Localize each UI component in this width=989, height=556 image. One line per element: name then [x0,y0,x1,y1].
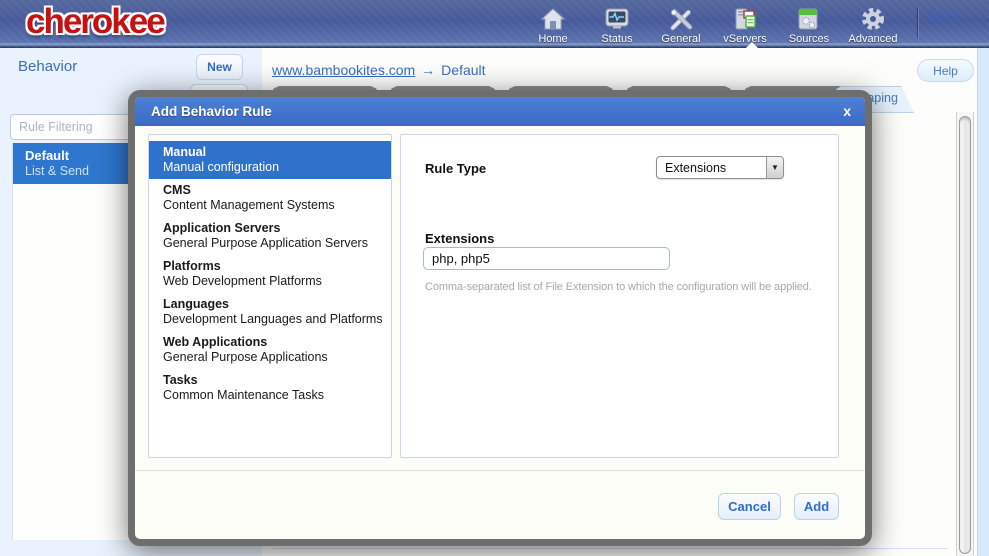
status-icon [604,5,630,31]
rule-category-list: Manual Manual configuration CMS Content … [148,134,392,458]
page-right-strip [977,48,989,556]
rule-form-panel: Rule Type Extensions ▼ Extensions Comma-… [400,134,839,458]
chevron-down-icon: ▼ [766,157,783,178]
new-rule-button[interactable]: New [196,54,243,80]
nav-divider [917,8,918,38]
extensions-label: Extensions [425,231,494,246]
dialog-footer-divider [135,470,865,471]
breadcrumb-arrow: → [421,62,435,78]
top-navigation-bar: cherokee Home Status [0,0,989,48]
advanced-gear-icon [860,5,886,31]
sidebar-title: Behavior [18,58,77,75]
rule-type-select[interactable]: Extensions ▼ [656,156,784,179]
breadcrumb-site-link[interactable]: www.bambookites.com [272,62,415,78]
breadcrumb-current-page: Default [441,62,485,78]
home-icon [540,5,566,31]
category-platforms[interactable]: Platforms Web Development Platforms [149,255,391,293]
dialog-titlebar: Add Behavior Rule x [135,97,865,126]
category-manual[interactable]: Manual Manual configuration [149,141,391,179]
general-tools-icon [668,5,694,31]
category-application-servers[interactable]: Application Servers General Purpose Appl… [149,217,391,255]
dialog-title: Add Behavior Rule [151,104,272,119]
nav-item-home[interactable]: Home [521,5,585,45]
help-button[interactable]: Help [917,59,974,82]
extensions-help-text: Comma-separated list of File Extension t… [425,281,812,293]
vservers-icon [732,5,758,31]
nav-item-sources[interactable]: Sources [777,5,841,45]
category-cms[interactable]: CMS Content Management Systems [149,179,391,217]
scrollbar-thumb[interactable] [959,116,971,554]
rule-type-label: Rule Type [425,161,486,176]
cherokee-logo: cherokee [26,2,164,42]
extensions-input[interactable] [423,247,670,270]
main-nav: Home Status General [521,5,905,45]
nav-item-vservers[interactable]: vServers [713,5,777,45]
content-divider-line [273,548,948,549]
rule-type-selected-value: Extensions [665,161,766,175]
vertical-scrollbar [956,112,974,556]
add-behavior-rule-dialog: Add Behavior Rule x Manual Manual config… [128,90,872,546]
add-button[interactable]: Add [794,493,839,520]
category-web-applications[interactable]: Web Applications General Purpose Applica… [149,331,391,369]
nav-item-general[interactable]: General [649,5,713,45]
cancel-button[interactable]: Cancel [718,493,781,520]
breadcrumb: www.bambookites.com → Default [272,62,486,78]
sources-icon [796,5,822,31]
nav-item-status[interactable]: Status [585,5,649,45]
nav-item-advanced[interactable]: Advanced [841,5,905,45]
category-languages[interactable]: Languages Development Languages and Plat… [149,293,391,331]
save-link[interactable]: Save [930,8,958,22]
category-tasks[interactable]: Tasks Common Maintenance Tasks [149,369,391,407]
close-icon[interactable]: x [843,102,851,120]
